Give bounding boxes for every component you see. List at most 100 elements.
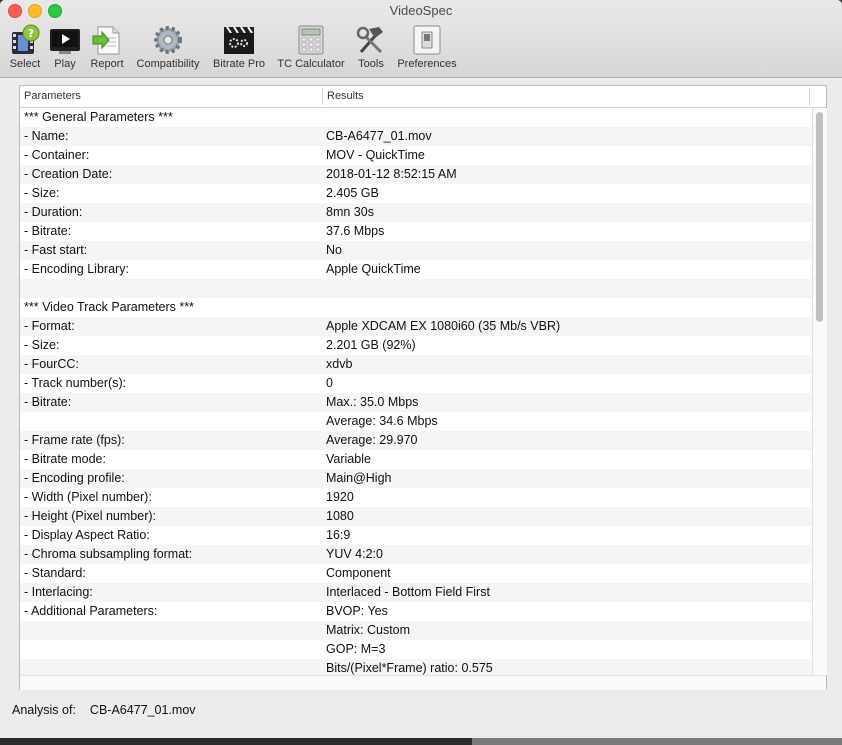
result-cell: CB-A6477_01.mov	[326, 129, 432, 143]
status-filename: CB-A6477_01.mov	[89, 703, 196, 717]
result-cell: 2018-01-12 8:52:15 AM	[326, 167, 457, 181]
toolbar-tc-calculator-button[interactable]: TC Calculator	[273, 22, 349, 74]
column-header-results[interactable]: Results	[327, 90, 364, 102]
result-cell: Average: 29.970	[326, 433, 418, 447]
column-divider[interactable]	[322, 88, 323, 105]
parameter-cell: *** Video Track Parameters ***	[24, 300, 194, 314]
result-cell: Component	[326, 566, 391, 580]
table-row[interactable]: *** Video Track Parameters ***	[20, 298, 812, 317]
table-row[interactable]: - Chroma subsampling format: YUV 4:2:0	[20, 545, 812, 564]
table-row[interactable]: - Standard: Component	[20, 564, 812, 583]
parameter-cell: - Bitrate mode:	[24, 452, 106, 466]
table-row[interactable]: GOP: M=3	[20, 640, 812, 659]
window-title: VideoSpec	[389, 3, 453, 18]
result-cell: 2.405 GB	[326, 186, 379, 200]
table-row[interactable]: - Fast start: No	[20, 241, 812, 260]
table-row[interactable]: - Encoding Library: Apple QuickTime	[20, 260, 812, 279]
table-row[interactable]: - Duration: 8mn 30s	[20, 203, 812, 222]
toolbar-report-button[interactable]: Report	[86, 22, 128, 74]
parameter-cell: - Standard:	[24, 566, 86, 580]
svg-text:?: ?	[28, 27, 34, 40]
result-cell: No	[326, 243, 342, 257]
table-row[interactable]: - Bitrate: Max.: 35.0 Mbps	[20, 393, 812, 412]
table-row[interactable]: - Size: 2.405 GB	[20, 184, 812, 203]
table-row[interactable]: - Encoding profile: Main@High	[20, 469, 812, 488]
table-row[interactable]: - Additional Parameters: BVOP: Yes	[20, 602, 812, 621]
result-cell: Matrix: Custom	[326, 623, 411, 637]
vertical-scrollbar[interactable]	[812, 108, 827, 675]
parameter-cell: - Bitrate:	[24, 224, 72, 238]
result-cell: Apple XDCAM EX 1080i60 (35 Mb/s VBR)	[326, 319, 561, 333]
table-row[interactable]: - Creation Date: 2018-01-12 8:52:15 AM	[20, 165, 812, 184]
parameter-cell: - Interlacing:	[24, 585, 93, 599]
result-cell: 0	[326, 376, 333, 390]
calculator-icon	[298, 25, 324, 55]
column-header-parameters[interactable]: Parameters	[24, 90, 81, 102]
parameter-cell: - Creation Date:	[24, 167, 113, 181]
desktop-strip	[0, 738, 842, 745]
toolbar-select-button[interactable]: ? Select	[4, 22, 46, 74]
table-row[interactable]: - Frame rate (fps): Average: 29.970	[20, 431, 812, 450]
parameter-cell: - Size:	[24, 338, 60, 352]
tools-icon	[356, 26, 383, 54]
toolbar-bitrate-pro-button[interactable]: Bitrate Pro	[208, 22, 270, 74]
parameter-cell: - Encoding Library:	[24, 262, 129, 276]
scrollbar-thumb[interactable]	[816, 112, 823, 322]
toolbar-tc-calculator-label: TC Calculator	[277, 58, 345, 70]
result-cell: BVOP: Yes	[326, 604, 388, 618]
table-row[interactable]: - FourCC: xdvb	[20, 355, 812, 374]
report-icon	[92, 26, 120, 55]
result-cell: GOP: M=3	[326, 642, 386, 656]
table-row[interactable]: - Height (Pixel number): 1080	[20, 507, 812, 526]
result-cell: 2.201 GB (92%)	[326, 338, 416, 352]
table-row[interactable]: - Container: MOV - QuickTime	[20, 146, 812, 165]
parameter-cell: - Container:	[24, 148, 90, 162]
table-row[interactable]	[20, 279, 812, 298]
table-row[interactable]: Average: 34.6 Mbps	[20, 412, 812, 431]
title-bar: VideoSpec ? Select Play Report Compatibi…	[0, 0, 842, 78]
toolbar-tools-button[interactable]: Tools	[352, 22, 390, 74]
result-cell: 1920	[326, 490, 354, 504]
result-cell: YUV 4:2:0	[326, 547, 383, 561]
toolbar-preferences-label: Preferences	[397, 58, 457, 70]
parameter-cell: - FourCC:	[24, 357, 79, 371]
result-cell: 1080	[326, 509, 354, 523]
toolbar-compatibility-label: Compatibility	[136, 58, 200, 70]
parameter-cell: - Duration:	[24, 205, 83, 219]
table-row[interactable]: Bits/(Pixel*Frame) ratio: 0.575	[20, 659, 812, 675]
parameter-cell: - Display Aspect Ratio:	[24, 528, 150, 542]
result-cell: Variable	[326, 452, 371, 466]
table-row[interactable]: - Size: 2.201 GB (92%)	[20, 336, 812, 355]
film-select-icon: ?	[12, 24, 40, 54]
parameter-cell: - Fast start:	[24, 243, 88, 257]
column-divider	[809, 88, 810, 105]
table-row[interactable]: *** General Parameters ***	[20, 108, 812, 127]
table-row[interactable]: - Bitrate: 37.6 Mbps	[20, 222, 812, 241]
toolbar-preferences-button[interactable]: Preferences	[393, 22, 461, 74]
toolbar-play-label: Play	[54, 58, 76, 70]
result-cell: 8mn 30s	[326, 205, 374, 219]
table-row[interactable]: - Name: CB-A6477_01.mov	[20, 127, 812, 146]
toolbar-play-button[interactable]: Play	[47, 22, 83, 74]
status-label: Analysis of:	[12, 703, 76, 717]
play-icon	[50, 29, 80, 54]
app-window: VideoSpec ? Select Play Report Compatibi…	[0, 0, 842, 738]
toolbar-compatibility-button[interactable]: Compatibility	[131, 22, 205, 74]
table-row[interactable]: - Bitrate mode: Variable	[20, 450, 812, 469]
result-cell: 37.6 Mbps	[326, 224, 385, 238]
horizontal-scrollbar[interactable]	[20, 675, 826, 690]
table-row[interactable]: Matrix: Custom	[20, 621, 812, 640]
table-row[interactable]: - Track number(s): 0	[20, 374, 812, 393]
table-header: Parameters Results	[20, 86, 826, 108]
result-cell: 16:9	[326, 528, 351, 542]
parameter-cell: - Chroma subsampling format:	[24, 547, 193, 561]
table-row[interactable]: - Interlacing: Interlaced - Bottom Field …	[20, 583, 812, 602]
table-row[interactable]: - Format: Apple XDCAM EX 1080i60 (35 Mb/s…	[20, 317, 812, 336]
table-row[interactable]: - Display Aspect Ratio: 16:9	[20, 526, 812, 545]
table-row[interactable]: - Width (Pixel number): 1920	[20, 488, 812, 507]
parameter-cell: *** General Parameters ***	[24, 110, 173, 124]
result-cell: Main@High	[326, 471, 392, 485]
status-bar: Analysis of: CB-A6477_01.mov	[12, 703, 196, 717]
toolbar-select-label: Select	[9, 58, 41, 70]
result-cell: xdvb	[326, 357, 353, 371]
